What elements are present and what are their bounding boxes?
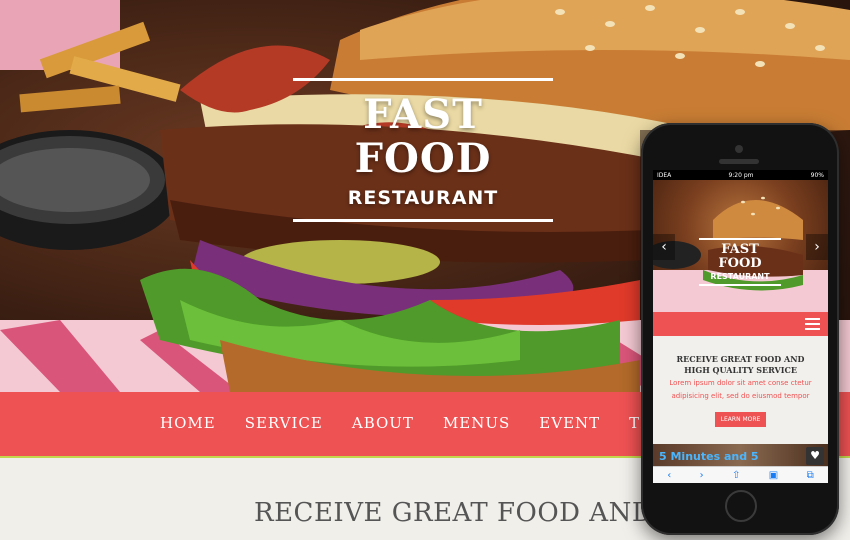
mobile-title-rule-top <box>699 238 781 240</box>
forward-icon[interactable]: › <box>700 470 704 481</box>
nav-item-service[interactable]: SERVICE <box>245 414 323 432</box>
hero-heading: FAST FOOD <box>354 91 492 182</box>
hero-title: FAST FOOD RESTAURANT <box>293 78 553 222</box>
back-icon[interactable]: ‹ <box>667 470 671 481</box>
nav-item-about[interactable]: ABOUT <box>352 414 414 432</box>
title-rule-top <box>293 78 553 81</box>
mobile-hero-subheading: RESTAURANT <box>710 272 770 281</box>
mobile-hero-title: FAST FOOD RESTAURANT <box>699 238 781 286</box>
mobile-heading-line2: HIGH QUALITY SERVICE <box>684 365 797 375</box>
teaser-text: 5 Minutes and 5 <box>659 450 759 463</box>
camera-icon <box>735 145 743 153</box>
mobile-intro: RECEIVE GREAT FOOD AND HIGH QUALITY SERV… <box>653 336 828 427</box>
nav-item-home[interactable]: HOME <box>160 414 216 432</box>
mobile-teaser-card: 5 Minutes and 5 ♥ <box>653 444 828 468</box>
mobile-body-line2: adipisicing elit, sed do eiusmod tempor <box>671 392 810 400</box>
status-bar: IDEA 9:20 pm 90% <box>653 170 828 180</box>
slider-prev-button[interactable]: ‹ <box>653 234 675 260</box>
phone-screen: IDEA 9:20 pm 90% ‹ › FAST FOOD RESTAURAN… <box>653 170 828 483</box>
tabs-icon[interactable]: ⧉ <box>807 470 814 481</box>
heart-icon[interactable]: ♥ <box>806 447 824 465</box>
browser-toolbar: ‹ › ⇧ ▣ ⧉ <box>653 466 828 483</box>
clock-label: 9:20 pm <box>728 171 754 179</box>
section-headline: RECEIVE GREAT FOOD AND <box>254 498 654 528</box>
mobile-body-line1: Lorem ipsum dolor sit amet conse ctetur <box>669 379 812 387</box>
mobile-nav-bar <box>653 312 828 336</box>
mobile-hero-heading: FAST FOOD <box>718 242 762 271</box>
share-icon[interactable]: ⇧ <box>732 470 740 481</box>
mobile-hero: ‹ › FAST FOOD RESTAURANT <box>653 180 828 312</box>
slider-next-button[interactable]: › <box>806 234 828 260</box>
battery-label: 90% <box>810 171 824 179</box>
learn-more-button[interactable]: LEARN MORE <box>714 412 767 427</box>
carrier-label: IDEA <box>657 171 672 179</box>
home-button <box>725 490 757 522</box>
nav-item-event[interactable]: EVENT <box>539 414 600 432</box>
hero-subheading: RESTAURANT <box>347 187 499 209</box>
mobile-heading-line1: RECEIVE GREAT FOOD AND <box>676 354 805 364</box>
title-rule-bottom <box>293 219 553 222</box>
mobile-title-rule-bottom <box>699 284 781 286</box>
bookmarks-icon[interactable]: ▣ <box>769 470 778 481</box>
hamburger-menu-icon[interactable] <box>805 318 820 330</box>
nav-item-menus[interactable]: MENUS <box>443 414 510 432</box>
speaker-grille <box>719 159 759 164</box>
